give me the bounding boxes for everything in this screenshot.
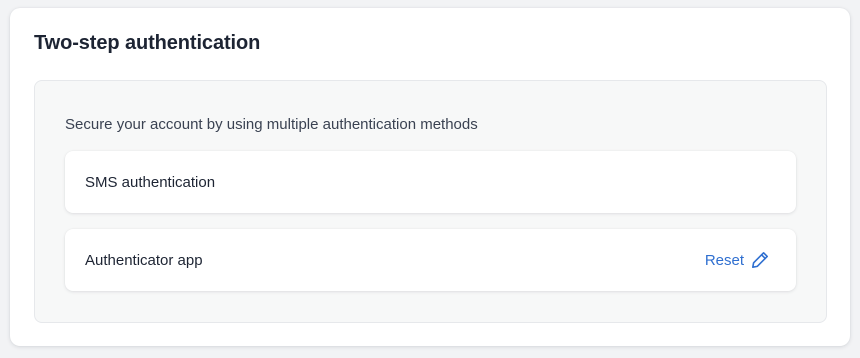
pencil-icon [750, 250, 770, 270]
reset-label: Reset [704, 251, 744, 269]
card-title: Two-step authentication [34, 32, 261, 54]
auth-methods-panel: Secure your account by using multiple au… [34, 80, 827, 323]
reset-button[interactable]: Reset [705, 250, 770, 270]
method-authenticator-app: Authenticator app Reset [65, 229, 796, 291]
method-sms: SMS authentication [65, 151, 796, 213]
method-sms-label: SMS authentication [85, 173, 216, 191]
two-step-auth-card: Two-step authentication Secure your acco… [10, 8, 850, 346]
panel-description: Secure your account by using multiple au… [65, 116, 478, 133]
method-authenticator-label: Authenticator app [85, 251, 203, 269]
